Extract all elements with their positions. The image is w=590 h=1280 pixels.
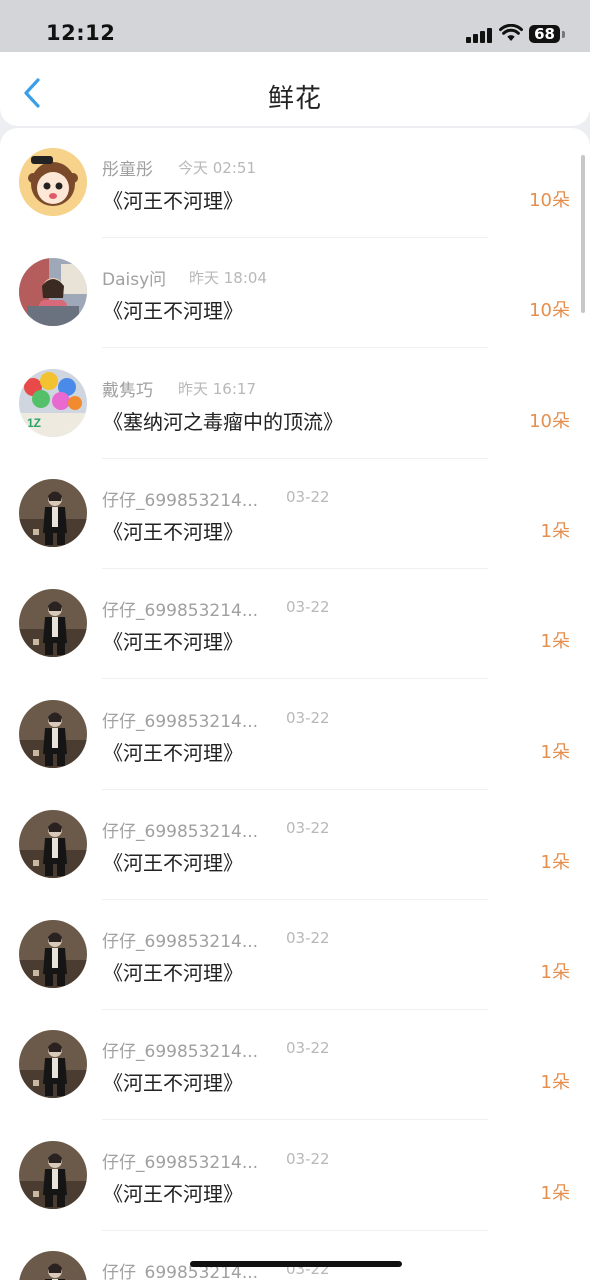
avatar[interactable]	[19, 478, 87, 547]
home-indicator[interactable]	[190, 1261, 402, 1267]
status-bar: 12:12 68	[0, 0, 590, 52]
book-title: 《河王不河理》	[103, 519, 243, 544]
status-time: 12:12	[46, 21, 116, 45]
flower-count: 1朵	[540, 520, 570, 542]
book-title: 《河王不河理》	[103, 1181, 243, 1206]
book-title: 《河王不河理》	[103, 740, 243, 765]
timestamp: 昨天 18:04	[189, 269, 267, 288]
list-item[interactable]: 仔仔_699853214... 03-22 《河王不河理》 1朵	[0, 459, 590, 569]
avatar[interactable]	[19, 589, 87, 658]
avatar[interactable]	[19, 1140, 87, 1209]
girl-photo-avatar-image	[19, 258, 87, 327]
timestamp: 03-22	[286, 818, 330, 837]
avatar[interactable]	[19, 1251, 87, 1280]
wifi-icon	[499, 24, 523, 41]
list-item[interactable]: 仔仔_699853214... 03-22	[0, 1231, 590, 1280]
user-name: 仔仔_699853214...	[102, 1152, 259, 1173]
flower-list: 彤童彤 今天 02:51 《河王不河理》 10朵 Daisy问 昨天 18:04…	[0, 128, 590, 1280]
person-dark-avatar-image	[19, 699, 87, 768]
flower-count: 1朵	[540, 631, 570, 653]
book-title: 《河王不河理》	[103, 189, 243, 213]
flower-count: 10朵	[529, 410, 570, 432]
avatar[interactable]	[19, 920, 87, 989]
list-item[interactable]: 仔仔_699853214... 03-22 《河王不河理》 1朵	[0, 900, 590, 1011]
user-name: 仔仔_699853214...	[102, 601, 259, 622]
list-item[interactable]: 仔仔_699853214... 03-22 《河王不河理》 1朵	[0, 1010, 590, 1121]
page-title: 鲜花	[267, 84, 322, 114]
list-item[interactable]: 仔仔_699853214... 03-22 《河王不河理》 1朵	[0, 1121, 590, 1231]
flower-count: 1朵	[540, 851, 570, 873]
sheep-mascot-avatar-image	[19, 148, 87, 216]
person-dark-avatar-image	[19, 1030, 87, 1099]
book-title: 《塞纳河之毒瘤中的顶流》	[103, 409, 343, 434]
book-title: 《河王不河理》	[103, 1071, 243, 1096]
flower-count: 1朵	[540, 962, 570, 984]
list-item[interactable]: 仔仔_699853214... 03-22 《河王不河理》 1朵	[0, 569, 590, 680]
avatar[interactable]	[19, 699, 87, 768]
cellular-signal-icon	[466, 27, 492, 43]
person-dark-avatar-image	[19, 920, 87, 989]
list-item[interactable]: 1Z 戴隽巧 昨天 16:17 《塞纳河之毒瘤中的顶流》 10朵	[0, 349, 590, 459]
svg-text:1Z: 1Z	[27, 416, 41, 430]
avatar[interactable]	[19, 258, 87, 327]
avatar[interactable]	[19, 809, 87, 878]
book-title: 《河王不河理》	[103, 299, 243, 324]
list-item[interactable]: Daisy问 昨天 18:04 《河王不河理》 10朵	[0, 238, 590, 349]
person-dark-avatar-image	[19, 589, 87, 658]
timestamp: 03-22	[286, 487, 330, 506]
person-dark-avatar-image	[19, 478, 87, 547]
user-name: 仔仔_699853214...	[102, 1042, 259, 1063]
avatar[interactable]	[19, 148, 87, 216]
list-item[interactable]: 仔仔_699853214... 03-22 《河王不河理》 1朵	[0, 790, 590, 900]
flower-count: 10朵	[529, 190, 570, 211]
book-title: 《河王不河理》	[103, 630, 243, 655]
timestamp: 03-22	[286, 708, 330, 727]
person-dark-avatar-image	[19, 1251, 87, 1280]
user-name: Daisy问	[102, 270, 167, 291]
flower-count: 10朵	[529, 300, 570, 322]
scrollbar[interactable]	[581, 155, 585, 313]
book-title: 《河王不河理》	[103, 961, 243, 986]
timestamp: 今天 02:51	[178, 159, 256, 177]
user-name: 仔仔_699853214...	[102, 932, 259, 953]
list-item[interactable]: 彤童彤 今天 02:51 《河王不河理》 10朵	[0, 128, 590, 238]
flower-count: 1朵	[540, 1182, 570, 1204]
battery-tip	[562, 31, 565, 38]
book-title: 《河王不河理》	[103, 850, 243, 875]
flower-count: 1朵	[540, 1072, 570, 1094]
avatar[interactable]	[19, 1030, 87, 1099]
avatar[interactable]: 1Z	[19, 368, 87, 437]
battery-icon: 68	[529, 25, 560, 43]
timestamp: 03-22	[286, 929, 330, 948]
person-dark-avatar-image	[19, 809, 87, 878]
user-name: 仔仔_699853214...	[102, 821, 259, 842]
user-name: 彤童彤	[102, 160, 153, 180]
person-dark-avatar-image	[19, 1140, 87, 1209]
balloons-avatar-image: 1Z	[19, 368, 87, 437]
user-name: 仔仔_699853214...	[102, 711, 259, 732]
timestamp: 昨天 16:17	[178, 379, 256, 398]
flower-count: 1朵	[540, 741, 570, 763]
timestamp: 03-22	[286, 1149, 330, 1168]
timestamp: 03-22	[286, 598, 330, 617]
list-item[interactable]: 仔仔_699853214... 03-22 《河王不河理》 1朵	[0, 680, 590, 790]
timestamp: 03-22	[286, 1039, 330, 1058]
user-name: 仔仔_699853214...	[102, 490, 259, 511]
user-name: 戴隽巧	[102, 380, 153, 401]
header: 鲜花	[0, 52, 590, 126]
